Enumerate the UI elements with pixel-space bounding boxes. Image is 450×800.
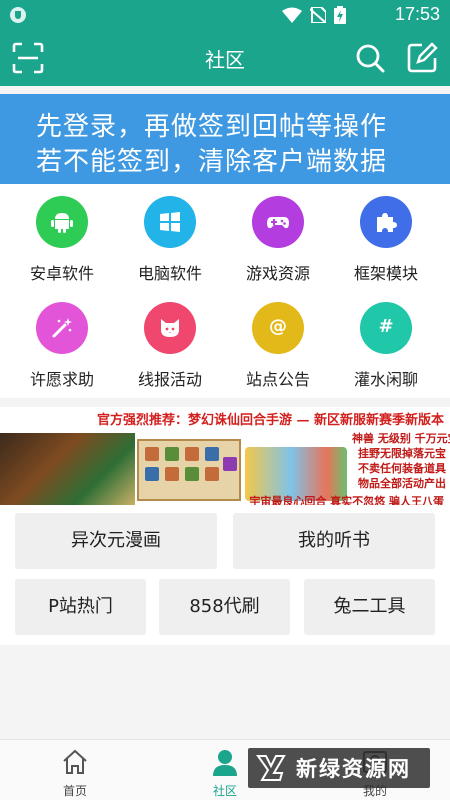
shield-icon [10, 7, 26, 23]
category-grid: 安卓软件 电脑软件 游戏资源 框架模块 许愿求助 线报活动 @ 站点公告 # 灌… [0, 184, 450, 398]
category-casual-chat[interactable]: # 灌水闲聊 [330, 290, 442, 390]
category-label: 游戏资源 [245, 264, 310, 283]
puzzle-icon [360, 196, 412, 248]
ad-feature: 不卖任何装备道具 [358, 462, 446, 475]
no-sim-icon [310, 7, 326, 23]
link-anime-comics-button[interactable]: 异次元漫画 [15, 513, 217, 569]
ad-feature: 神兽 无级别 千万元宝 建号即领 [352, 432, 450, 445]
ad-headline: 官方强烈推荐：梦幻诛仙回合手游 — 新区新服新赛季新版本 [96, 413, 444, 428]
category-label: 框架模块 [353, 264, 418, 283]
watermark: 新绿资源网 [248, 748, 430, 788]
quick-links: 异次元漫画 我的听书 P站热门 858代刷 兔二工具 [0, 505, 450, 645]
wifi-icon [282, 7, 302, 23]
logo-icon [256, 755, 286, 781]
category-android-software[interactable]: 安卓软件 [6, 184, 118, 284]
category-framework-modules[interactable]: 框架模块 [330, 184, 442, 284]
category-label: 灌水闲聊 [353, 370, 418, 389]
link-audiobooks-button[interactable]: 我的听书 [233, 513, 435, 569]
tab-home[interactable]: 首页 [0, 740, 150, 800]
windows-icon [144, 196, 196, 248]
ad-banner[interactable]: 官方强烈推荐：梦幻诛仙回合手游 — 新区新服新赛季新版本 神兽 无级别 千万元宝… [0, 407, 450, 505]
android-icon [36, 196, 88, 248]
link-858-button[interactable]: 858代刷 [159, 579, 290, 635]
notice-line: 若不能签到，清除客户端数据 [36, 147, 388, 177]
category-deals-events[interactable]: 线报活动 [114, 290, 226, 390]
app-bar: 社区 [0, 30, 450, 86]
gamepad-icon [252, 196, 304, 248]
hash-icon: # [360, 302, 412, 354]
category-announcements[interactable]: @ 站点公告 [222, 290, 334, 390]
tab-label: 首页 [62, 784, 87, 798]
category-pc-software[interactable]: 电脑软件 [114, 184, 226, 284]
game-board-image [137, 439, 241, 501]
ad-features: 神兽 无级别 千万元宝 建号即领 挂野无限掉落元宝 不卖任何装备道具 物品全部活… [352, 431, 450, 491]
category-label: 许愿求助 [29, 370, 94, 389]
edit-icon[interactable] [404, 40, 440, 76]
user-icon [213, 750, 237, 776]
at-icon: @ [252, 302, 304, 354]
category-label: 电脑软件 [137, 264, 202, 283]
link-p-hot-button[interactable]: P站热门 [15, 579, 146, 635]
game-scene-image [0, 433, 135, 505]
category-label: 安卓软件 [29, 264, 94, 283]
ad-feature: 物品全部活动产出 [358, 477, 446, 490]
category-game-resources[interactable]: 游戏资源 [222, 184, 334, 284]
clock: 17:53 [394, 4, 440, 24]
category-wish-help[interactable]: 许愿求助 [6, 290, 118, 390]
link-tools-button[interactable]: 兔二工具 [304, 579, 435, 635]
watermark-text: 新绿资源网 [296, 757, 411, 781]
notice-banner: 先登录，再做签到回帖等操作 若不能签到，清除客户端数据 [0, 94, 450, 184]
cat-icon [144, 302, 196, 354]
notice-line: 先登录，再做签到回帖等操作 [36, 112, 388, 142]
status-bar: 17:53 [0, 0, 450, 30]
category-label: 线报活动 [137, 370, 202, 389]
empty-area [0, 645, 450, 739]
ad-tagline: 宇宙最良心回合 真实不忽悠 骗人王八蛋 [249, 495, 444, 505]
search-icon[interactable] [352, 40, 388, 76]
battery-icon [334, 6, 346, 24]
home-icon [63, 749, 87, 774]
magic-wand-icon [36, 302, 88, 354]
category-label: 站点公告 [245, 370, 310, 389]
ad-feature: 挂野无限掉落元宝 [358, 447, 446, 460]
